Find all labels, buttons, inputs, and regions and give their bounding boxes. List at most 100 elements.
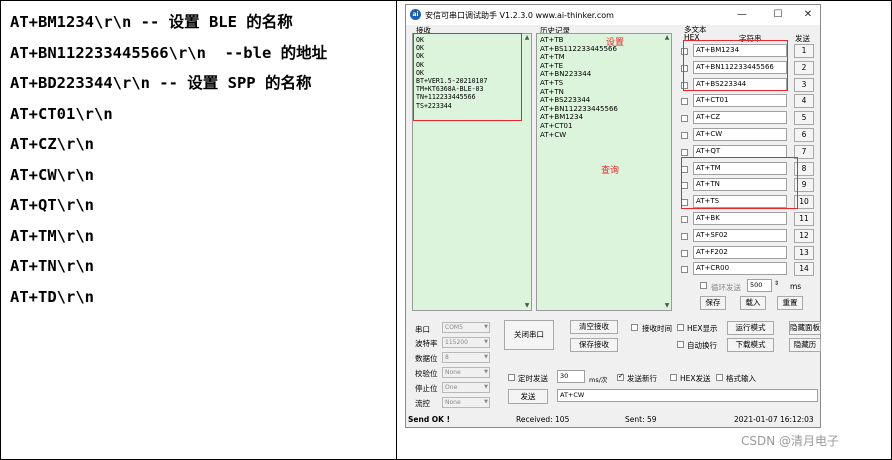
- send-number-button[interactable]: 6: [794, 128, 814, 142]
- clear-receive-button[interactable]: 清空接收: [570, 320, 618, 334]
- hex-checkbox[interactable]: [681, 148, 688, 156]
- minimize-button[interactable]: —: [731, 8, 753, 22]
- send-number-button[interactable]: 11: [794, 212, 814, 226]
- multitext-input[interactable]: AT+CT01: [693, 94, 787, 108]
- chevron-down-icon: ▼: [484, 384, 488, 390]
- hex-checkbox[interactable]: [681, 249, 688, 257]
- flow-value: None: [445, 399, 461, 406]
- hide-panel-button[interactable]: 隐藏面板: [789, 321, 821, 335]
- text-line: AT+BM1234: [540, 113, 584, 122]
- send-ok-status: Send OK !: [408, 415, 451, 424]
- command-line: AT+BD223344\r\n -- 设置 SPP 的名称: [10, 74, 312, 92]
- timed-send-label: 定时发送: [518, 374, 548, 383]
- command-line: AT+QT\r\n: [10, 196, 94, 214]
- send-number-button[interactable]: 2: [794, 60, 814, 75]
- run-mode-button[interactable]: 运行模式: [727, 321, 774, 335]
- send-number-button[interactable]: 14: [794, 262, 814, 277]
- history-text: AT+TB AT+BS112233445566 AT+TM AT+TE AT+BN223…: [540, 36, 618, 139]
- command-list: AT+BM1234\r\n -- 设置 BLE 的名称 AT+BN1122334…: [10, 7, 327, 312]
- timed-send-checkbox[interactable]: [508, 374, 515, 381]
- multitext-input[interactable]: AT+CZ: [693, 111, 787, 125]
- text-line: AT+CW: [540, 130, 567, 139]
- text-line: AT+TN: [540, 87, 564, 96]
- multitext-row: AT+F202 13: [681, 245, 815, 261]
- send-column-label: 发送: [795, 34, 810, 43]
- hex-checkbox[interactable]: [681, 216, 688, 223]
- multitext-input[interactable]: AT+F202: [693, 245, 787, 259]
- command-line: AT+TM\r\n: [10, 226, 94, 245]
- multitext-input[interactable]: AT+CW: [693, 128, 787, 141]
- send-text-input[interactable]: AT+CW: [557, 389, 818, 402]
- multitext-input[interactable]: AT+BK: [693, 212, 787, 225]
- title-bar: ai 安信可串口调试助手 V1.2.3.0 www.ai-thinker.com…: [406, 5, 820, 25]
- receive-time-label: 接收时间: [642, 324, 672, 333]
- receive-time-checkbox[interactable]: [631, 324, 638, 331]
- hex-checkbox[interactable]: [681, 232, 688, 240]
- column-divider: [396, 0, 397, 460]
- load-multitext-button[interactable]: 载入: [740, 296, 766, 310]
- download-mode-button[interactable]: 下载模式: [727, 338, 774, 352]
- maximize-button[interactable]: ☐: [767, 8, 789, 22]
- timed-interval-input[interactable]: 30: [557, 370, 585, 383]
- multitext-row: AT+BK 11: [681, 212, 815, 227]
- hex-checkbox[interactable]: [681, 115, 688, 123]
- send-newline-checkbox[interactable]: [617, 372, 624, 381]
- scroll-up-icon[interactable]: ▲: [663, 34, 671, 42]
- save-receive-button[interactable]: 保存接收: [570, 338, 618, 352]
- command-line: AT+CZ\r\n: [10, 135, 94, 153]
- status-timestamp: 2021-01-07 16:12:03: [734, 415, 814, 424]
- multitext-row: AT+CR00 14: [681, 262, 815, 277]
- hex-checkbox[interactable]: [681, 98, 688, 106]
- databits-label: 数据位: [415, 354, 438, 363]
- send-button[interactable]: 发送: [508, 389, 548, 404]
- send-number-button[interactable]: 4: [794, 94, 814, 109]
- send-number-button[interactable]: 1: [794, 44, 814, 58]
- hex-checkbox[interactable]: [681, 266, 688, 274]
- text-line: AT+BN112233445566: [540, 104, 618, 113]
- auto-wrap-label: 自动换行: [687, 341, 717, 350]
- auto-wrap-checkbox[interactable]: [677, 341, 684, 348]
- multitext-input[interactable]: AT+QT: [693, 144, 787, 158]
- multitext-input[interactable]: AT+CR00: [693, 262, 787, 276]
- stopbits-select[interactable]: One ▼: [442, 382, 490, 393]
- reset-multitext-button[interactable]: 重置: [777, 296, 803, 310]
- command-line: AT+BN112233445566\r\n --ble 的地址: [10, 43, 328, 62]
- format-input-checkbox[interactable]: [716, 374, 723, 381]
- scroll-up-icon[interactable]: ▲: [523, 34, 531, 42]
- loop-send-label: 循环发送: [711, 283, 741, 292]
- port-select[interactable]: COM5 ▼: [442, 322, 490, 333]
- hex-display-label: HEX显示: [687, 324, 718, 333]
- hide-history-button[interactable]: 隐藏历: [789, 338, 821, 352]
- send-number-button[interactable]: 5: [794, 111, 814, 126]
- close-port-button[interactable]: 关闭串口: [504, 320, 554, 350]
- command-line: AT+CW\r\n: [10, 165, 94, 184]
- multitext-input[interactable]: AT+SF02: [693, 228, 787, 242]
- databits-select[interactable]: 8 ▼: [442, 352, 490, 363]
- loop-send-checkbox[interactable]: [700, 282, 707, 289]
- text-line: AT+BS223344: [540, 96, 591, 105]
- command-line: AT+TD\r\n: [10, 287, 94, 306]
- baud-label: 波特率: [415, 339, 438, 348]
- stopbits-label: 停止位: [415, 384, 438, 393]
- baud-select[interactable]: 115200 ▼: [442, 337, 490, 348]
- send-number-button[interactable]: 12: [794, 228, 814, 243]
- save-multitext-button[interactable]: 保存: [700, 296, 726, 310]
- close-button[interactable]: ✕: [797, 8, 819, 22]
- flow-select[interactable]: None ▼: [442, 397, 490, 408]
- send-number-button[interactable]: 13: [794, 245, 814, 260]
- loop-interval-input[interactable]: 500: [747, 279, 772, 292]
- loop-stepper-icon[interactable]: ⇕: [774, 280, 779, 287]
- send-newline-label: 发送新行: [627, 374, 657, 383]
- window-title: 安信可串口调试助手 V1.2.3.0 www.ai-thinker.com: [425, 11, 614, 20]
- hex-send-checkbox[interactable]: [670, 374, 677, 381]
- parity-select[interactable]: None ▼: [442, 367, 490, 378]
- scroll-down-icon[interactable]: ▼: [663, 302, 671, 310]
- send-number-button[interactable]: 3: [794, 77, 814, 92]
- hex-display-checkbox[interactable]: [677, 324, 684, 331]
- scroll-down-icon[interactable]: ▼: [523, 302, 531, 310]
- command-line: AT+TN\r\n: [10, 257, 94, 275]
- multitext-row: AT+CZ 5: [681, 111, 815, 126]
- chevron-down-icon: ▼: [484, 354, 488, 360]
- query-commands-highlight-box: [681, 157, 798, 209]
- hex-checkbox[interactable]: [681, 132, 688, 139]
